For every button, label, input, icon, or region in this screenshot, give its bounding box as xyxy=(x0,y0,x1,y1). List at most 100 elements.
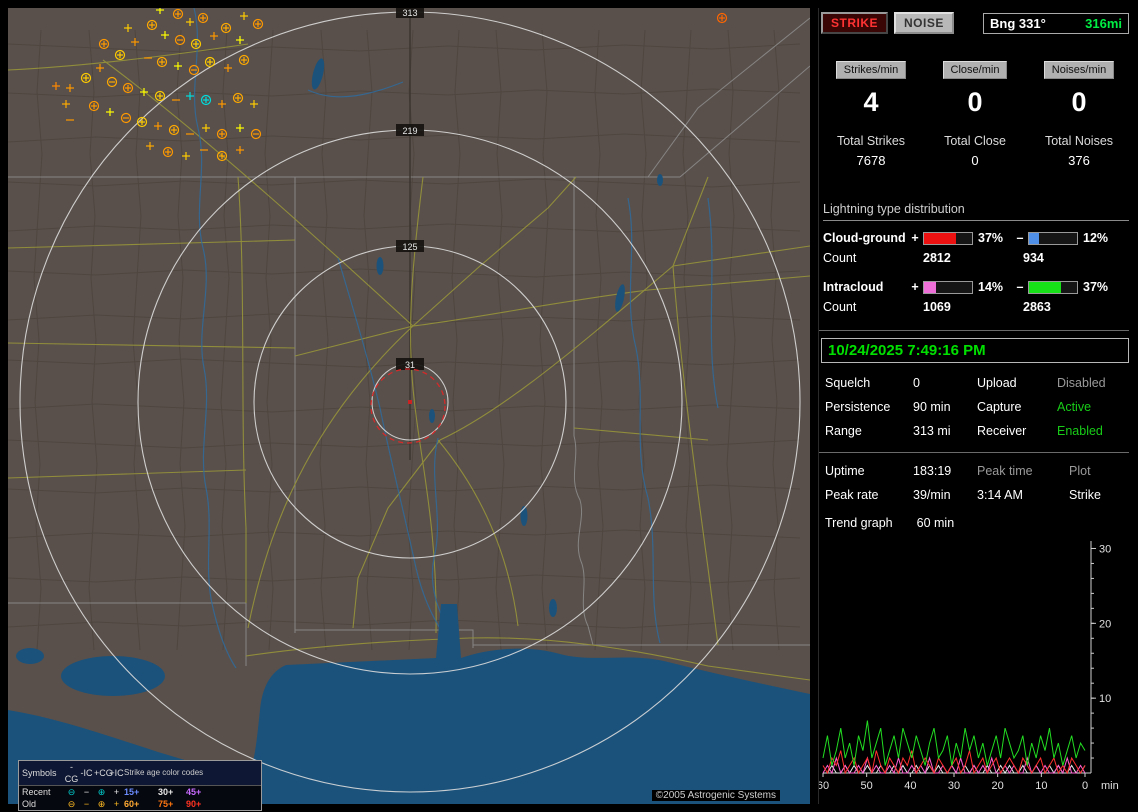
count-label: Count xyxy=(823,300,923,314)
cloud-ground-row: Cloud-ground + 37% – 12% xyxy=(823,231,1129,245)
counters-row: Strikes/min 4 Total Strikes 7678 Close/m… xyxy=(819,60,1131,168)
legend-old-row: Old ⊖ − ⊕ + 60+ 75+ 90+ xyxy=(19,798,261,810)
svg-text:20: 20 xyxy=(992,780,1004,792)
total-noises-label: Total Noises xyxy=(1027,134,1131,148)
ic-negative-header: -IC xyxy=(79,767,94,779)
age-90: 90+ xyxy=(186,798,214,810)
top-bar: STRIKE NOISE Bng 331° 316mi xyxy=(821,12,1129,34)
noises-counter-column: Noises/min 0 Total Noises 376 xyxy=(1027,60,1131,168)
persistence-label: Persistence xyxy=(825,400,913,414)
svg-text:20: 20 xyxy=(1099,618,1111,630)
range-value: 313 mi xyxy=(913,424,977,438)
cloud-ground-label: Cloud-ground xyxy=(823,231,909,245)
svg-text:10: 10 xyxy=(1035,780,1047,792)
cg-negative-old-icon: ⊖ xyxy=(64,798,79,810)
noises-per-min-button[interactable]: Noises/min xyxy=(1044,61,1114,79)
trend-window-value: 60 min xyxy=(917,516,955,530)
ic-positive-pct: 14% xyxy=(975,280,1014,294)
separator xyxy=(819,330,1129,331)
cg-positive-header: +CG xyxy=(94,767,109,779)
plot-value: Strike xyxy=(1069,488,1129,502)
receiver-label: Receiver xyxy=(977,424,1057,438)
age-30: 30+ xyxy=(158,786,186,798)
total-strikes-label: Total Strikes xyxy=(819,134,923,148)
strike-button[interactable]: STRIKE xyxy=(821,12,888,34)
plus-sign: + xyxy=(909,280,921,294)
total-noises-value: 376 xyxy=(1027,153,1131,168)
total-strikes-value: 7678 xyxy=(819,153,923,168)
persistence-value: 90 min xyxy=(913,400,977,414)
cg-negative-pct: 12% xyxy=(1080,231,1119,245)
cg-negative-count: 934 xyxy=(1023,251,1044,265)
noise-button[interactable]: NOISE xyxy=(894,12,954,34)
bearing-range: 316mi xyxy=(1085,16,1122,31)
map-legend: Symbols -CG -IC +CG +IC Strike age color… xyxy=(18,760,262,811)
squelch-label: Squelch xyxy=(825,376,913,390)
ic-positive-recent-icon: + xyxy=(109,786,124,798)
peak-time-value: 3:14 AM xyxy=(977,488,1069,502)
legend-recent-row: Recent ⊖ − ⊕ + 15+ 30+ 45+ xyxy=(19,786,261,798)
intracloud-label: Intracloud xyxy=(823,280,909,294)
upload-label: Upload xyxy=(977,376,1057,390)
squelch-value: 0 xyxy=(913,376,977,390)
intracloud-count-row: Count 1069 2863 xyxy=(823,300,1129,314)
map-canvas[interactable]: 31321912531 xyxy=(8,8,810,804)
plus-sign: + xyxy=(909,231,921,245)
total-close-label: Total Close xyxy=(923,134,1027,148)
control-panel: STRIKE NOISE Bng 331° 316mi Strikes/min … xyxy=(818,8,1131,804)
svg-text:30: 30 xyxy=(1099,543,1111,555)
cg-positive-bar xyxy=(923,232,973,245)
sensor-location-marker xyxy=(408,400,412,404)
minus-sign: – xyxy=(1014,280,1026,294)
ic-positive-header: +IC xyxy=(109,767,124,779)
trend-graph-label: Trend graph xyxy=(825,516,893,530)
peak-rate-value: 39/min xyxy=(913,488,977,502)
map-frame: 31321912531 Symbols -CG -IC +CG +IC Stri… xyxy=(8,8,810,804)
legend-header: Symbols -CG -IC +CG +IC Strike age color… xyxy=(19,761,261,786)
svg-text:219: 219 xyxy=(402,126,417,136)
bearing-display: Bng 331° 316mi xyxy=(983,13,1129,34)
svg-text:30: 30 xyxy=(948,780,960,792)
ic-negative-recent-icon: − xyxy=(79,786,94,798)
svg-text:0: 0 xyxy=(1082,780,1088,792)
close-counter-column: Close/min 0 Total Close 0 xyxy=(923,60,1027,168)
lightning-distribution-section: Lightning type distribution Cloud-ground… xyxy=(823,202,1129,314)
cg-positive-count: 2812 xyxy=(923,251,1023,265)
age-codes-title: Strike age color codes xyxy=(124,767,214,779)
cg-positive-pct: 37% xyxy=(975,231,1014,245)
age-15: 15+ xyxy=(124,786,158,798)
strikes-per-min-button[interactable]: Strikes/min xyxy=(836,61,906,79)
age-45: 45+ xyxy=(186,786,214,798)
ic-positive-count: 1069 xyxy=(923,300,1023,314)
total-close-value: 0 xyxy=(923,153,1027,168)
capture-value: Active xyxy=(1057,400,1129,414)
receiver-value: Enabled xyxy=(1057,424,1129,438)
svg-text:min: min xyxy=(1101,780,1119,792)
cg-positive-old-icon: ⊕ xyxy=(94,798,109,810)
cg-negative-bar xyxy=(1028,232,1078,245)
svg-text:10: 10 xyxy=(1099,693,1111,705)
noises-per-min-value: 0 xyxy=(1027,87,1131,118)
minus-sign: – xyxy=(1014,231,1026,245)
cg-negative-recent-icon: ⊖ xyxy=(64,786,79,798)
close-per-min-button[interactable]: Close/min xyxy=(943,61,1008,79)
age-75: 75+ xyxy=(158,798,186,810)
ic-negative-bar xyxy=(1028,281,1078,294)
peak-time-label: Peak time xyxy=(977,464,1069,478)
upload-value: Disabled xyxy=(1057,376,1129,390)
cg-positive-recent-icon: ⊕ xyxy=(94,786,109,798)
svg-text:60: 60 xyxy=(819,780,829,792)
recent-label: Recent xyxy=(22,786,64,798)
cloud-ground-count-row: Count 2812 934 xyxy=(823,251,1129,265)
legend-symbols-label: Symbols xyxy=(22,767,64,779)
stats-grid: Uptime 183:19 Peak time Plot Peak rate 3… xyxy=(825,464,1129,502)
trend-graph-label-row: Trend graph 60 min xyxy=(825,516,954,530)
svg-text:40: 40 xyxy=(904,780,916,792)
separator xyxy=(819,452,1129,453)
distribution-title: Lightning type distribution xyxy=(823,202,1129,221)
uptime-value: 183:19 xyxy=(913,464,977,478)
ic-negative-count: 2863 xyxy=(1023,300,1051,314)
svg-text:125: 125 xyxy=(402,242,417,252)
ic-positive-old-icon: + xyxy=(109,798,124,810)
ic-negative-old-icon: − xyxy=(79,798,94,810)
